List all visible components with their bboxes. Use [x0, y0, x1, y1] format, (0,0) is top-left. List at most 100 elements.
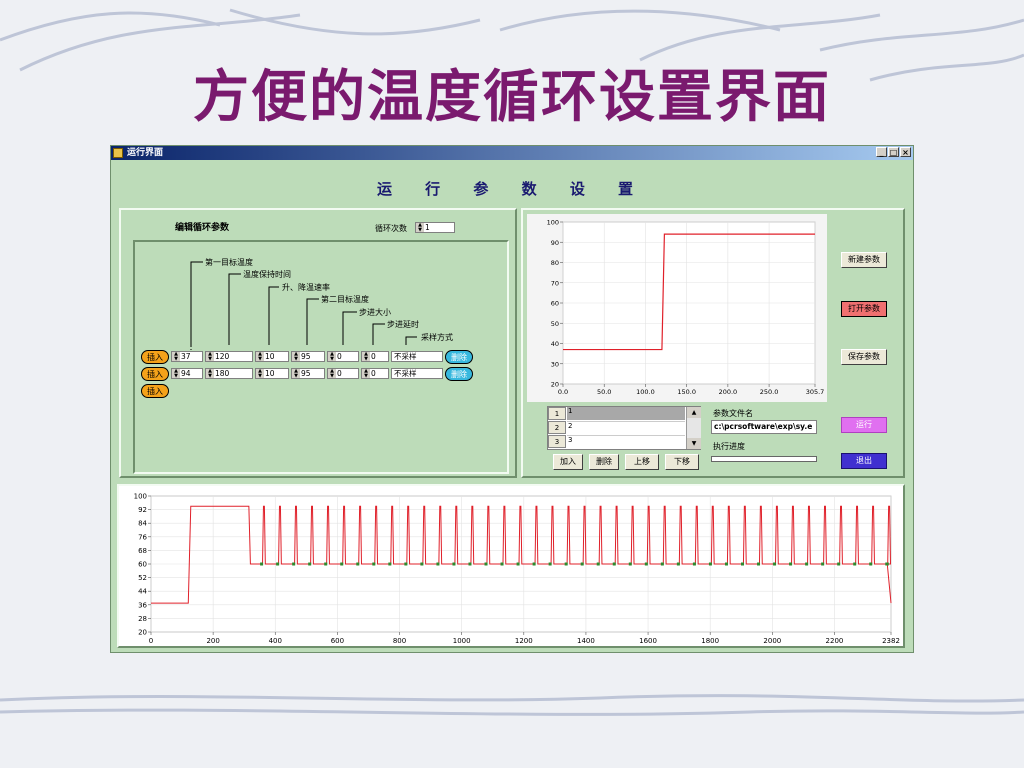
save-params-button[interactable]: 保存参数	[841, 349, 887, 365]
slide-title: 方便的温度循环设置界面	[193, 64, 831, 130]
col-label-step-size: 步进大小	[359, 308, 391, 317]
trace-sample-point	[708, 562, 712, 566]
row2-step-size[interactable]: ▲ ▼ 0	[327, 368, 359, 379]
trace-sample-point	[853, 562, 857, 566]
trace-xlabel: 800	[393, 637, 406, 645]
trace-ylabel: 36	[138, 601, 147, 609]
spin-arrows-icon[interactable]: ▲ ▼	[172, 352, 180, 361]
close-button[interactable]: ×	[900, 147, 911, 157]
trace-xlabel: 2200	[826, 637, 844, 645]
spin-arrows-icon[interactable]: ▲ ▼	[416, 223, 424, 232]
insert-button-extra[interactable]: 插入	[141, 384, 169, 398]
maximize-button[interactable]: □	[888, 147, 899, 157]
row2-hold-time[interactable]: ▲ ▼ 180	[205, 368, 253, 379]
trace-sample-point	[741, 562, 745, 566]
profile-xlabel: 50.0	[597, 388, 611, 396]
delete-button-row2[interactable]: 删除	[445, 367, 473, 381]
trace-sample-point	[692, 562, 696, 566]
spin-arrows-icon[interactable]: ▲ ▼	[172, 369, 180, 378]
progress-bar	[711, 456, 817, 462]
trace-ylabel: 60	[138, 561, 147, 569]
row1-first-target-temp[interactable]: ▲ ▼ 37	[171, 351, 203, 362]
row2-second-target-temp[interactable]: ▲ ▼ 95	[291, 368, 325, 379]
trace-sample-point	[837, 562, 841, 566]
spin-arrows-icon[interactable]: ▲ ▼	[362, 369, 370, 378]
row1-second-target-temp[interactable]: ▲ ▼ 95	[291, 351, 325, 362]
insert-button-row2[interactable]: 插入	[141, 367, 169, 381]
row1-step-size[interactable]: ▲ ▼ 0	[327, 351, 359, 362]
delete-step-button[interactable]: 删除	[589, 454, 619, 470]
trace-sample-point	[660, 562, 664, 566]
trace-sample-point	[404, 562, 408, 566]
row2-ramp-rate[interactable]: ▲ ▼ 10	[255, 368, 289, 379]
spin-arrows-icon[interactable]: ▲ ▼	[328, 369, 336, 378]
spin-arrows-icon[interactable]: ▲ ▼	[256, 369, 264, 378]
add-step-button[interactable]: 加入	[553, 454, 583, 470]
step-value-2[interactable]: 2	[567, 421, 685, 434]
insert-button-row1[interactable]: 插入	[141, 350, 169, 364]
trace-sample-point	[644, 562, 648, 566]
trace-sample-point	[532, 562, 536, 566]
exit-button[interactable]: 退出	[841, 453, 887, 469]
profile-ylabel: 30	[551, 360, 559, 368]
profile-ylabel: 50	[551, 320, 559, 328]
run-button[interactable]: 运行	[841, 417, 887, 433]
step-list-grid[interactable]: 1 2 3 1 2 3 ▲ ▼	[547, 406, 701, 450]
col-label-first-target-temp: 第一目标温度	[205, 258, 253, 267]
row1-step-delay[interactable]: ▲ ▼ 0	[361, 351, 389, 362]
minimize-button[interactable]: _	[876, 147, 887, 157]
spin-arrows-icon[interactable]: ▲ ▼	[362, 352, 370, 361]
trace-sample-point	[420, 562, 424, 566]
row2-sampling-select[interactable]: 不采样	[391, 368, 443, 379]
trace-sample-point	[548, 562, 552, 566]
trace-xlabel: 2000	[763, 637, 781, 645]
trace-ylabel: 44	[138, 588, 147, 596]
trace-sample-point	[372, 562, 376, 566]
trace-sample-point	[805, 562, 809, 566]
trace-sample-point	[388, 562, 392, 566]
cycle-count-input[interactable]: ▲ ▼ 1	[415, 222, 455, 233]
trace-sample-point	[628, 562, 632, 566]
move-down-button[interactable]: 下移	[665, 454, 699, 470]
window-controls: _ □ ×	[876, 147, 911, 157]
row1-ramp-rate[interactable]: ▲ ▼ 10	[255, 351, 289, 362]
scroll-down-icon[interactable]: ▼	[687, 438, 701, 449]
profile-xlabel: 200.0	[719, 388, 738, 396]
trace-xlabel: 1800	[701, 637, 719, 645]
open-params-button[interactable]: 打开参数	[841, 301, 887, 317]
step-list-scrollbar[interactable]: ▲ ▼	[686, 407, 701, 449]
trace-sample-point	[612, 562, 616, 566]
main-heading: 运 行 参 数 设 置	[376, 180, 648, 198]
profile-ylabel: 40	[551, 340, 559, 348]
trace-xlabel: 1200	[515, 637, 533, 645]
step-value-1[interactable]: 1	[567, 407, 685, 420]
row1-sampling-select[interactable]: 不采样	[391, 351, 443, 362]
spin-arrows-icon[interactable]: ▲ ▼	[206, 369, 214, 378]
trace-sample-point	[596, 562, 600, 566]
step-value-3[interactable]: 3	[567, 435, 685, 448]
spin-arrows-icon[interactable]: ▲ ▼	[328, 352, 336, 361]
spin-arrows-icon[interactable]: ▲ ▼	[292, 369, 300, 378]
trace-sample-point	[757, 562, 761, 566]
trace-sample-point	[676, 562, 680, 566]
spin-arrows-icon[interactable]: ▲ ▼	[206, 352, 214, 361]
spin-arrows-icon[interactable]: ▲ ▼	[292, 352, 300, 361]
trace-xlabel: 1000	[453, 637, 471, 645]
row1-hold-time[interactable]: ▲ ▼ 120	[205, 351, 253, 362]
col-label-sampling: 采样方式	[421, 333, 453, 342]
file-name-input[interactable]: c:\pcrsoftware\exp\sy.e	[711, 420, 817, 434]
row2-first-target-temp[interactable]: ▲ ▼ 94	[171, 368, 203, 379]
trace-sample-point	[821, 562, 825, 566]
trace-sample-point	[292, 562, 296, 566]
trace-sample-point	[869, 562, 873, 566]
spin-arrows-icon[interactable]: ▲ ▼	[256, 352, 264, 361]
trace-sample-point	[436, 562, 440, 566]
new-params-button[interactable]: 新建参数	[841, 252, 887, 268]
scroll-up-icon[interactable]: ▲	[687, 407, 701, 418]
row2-step-delay[interactable]: ▲ ▼ 0	[361, 368, 389, 379]
trace-ylabel: 68	[138, 547, 147, 555]
col-label-ramp-rate: 升、降温速率	[282, 283, 330, 292]
delete-button-row1[interactable]: 删除	[445, 350, 473, 364]
move-up-button[interactable]: 上移	[625, 454, 659, 470]
profile-xlabel: 150.0	[677, 388, 696, 396]
